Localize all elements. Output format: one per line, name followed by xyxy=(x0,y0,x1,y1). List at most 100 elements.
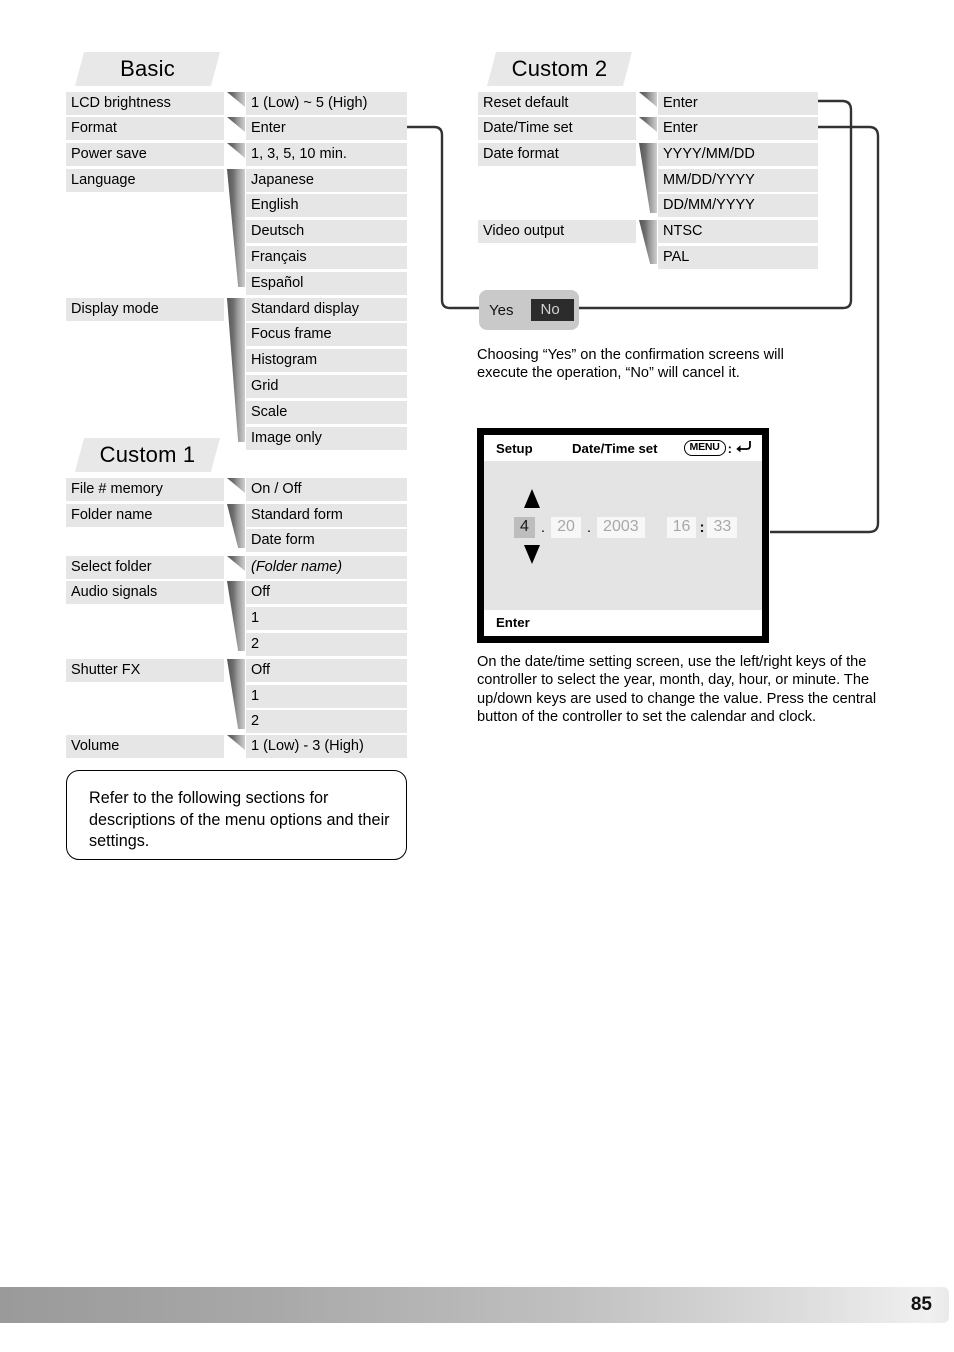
menu-item-label: Volume xyxy=(71,738,120,754)
menu-option[interactable]: Off xyxy=(246,581,407,604)
menu-option[interactable]: 1 (Low) - 3 (High) xyxy=(246,735,407,758)
menu-option[interactable]: PAL xyxy=(658,246,818,269)
section-header-custom1: Custom 1 xyxy=(75,438,220,472)
menu-option-label: Histogram xyxy=(251,352,318,368)
menu-item-volume[interactable]: Volume xyxy=(66,735,224,758)
menu-item-label: File # memory xyxy=(71,481,163,497)
menu-option-label: Grid xyxy=(251,378,279,394)
menu-option[interactable]: MM/DD/YYYY xyxy=(658,169,818,192)
section-title-basic: Basic xyxy=(120,56,175,81)
menu-item-power-save[interactable]: Power save xyxy=(66,143,224,166)
menu-option-label: Image only xyxy=(251,430,322,446)
return-arrow-icon xyxy=(734,438,752,458)
menu-option[interactable]: Deutsch xyxy=(246,220,407,243)
menu-option[interactable]: Image only xyxy=(246,427,407,450)
menu-option[interactable]: Japanese xyxy=(246,169,407,192)
menu-option[interactable]: 1 (Low) ~ 5 (High) xyxy=(246,92,407,115)
connector-wedge-folder-name xyxy=(227,504,245,548)
date-separator: . xyxy=(540,519,546,536)
menu-option[interactable]: 2 xyxy=(246,633,407,656)
menu-option-label: Focus frame xyxy=(251,326,332,342)
menu-item-label: Date/Time set xyxy=(483,120,573,136)
connector-wedge-date-format xyxy=(639,143,657,213)
menu-item-folder-name[interactable]: Folder name xyxy=(66,504,224,527)
menu-option[interactable]: Grid xyxy=(246,375,407,398)
lcd-enter-label: Enter xyxy=(496,615,530,630)
lcd-inner-panel: Setup Date/Time set MENU : 4 . 20 . 2003… xyxy=(484,435,762,636)
lcd-mode-label: Setup xyxy=(496,440,533,456)
menu-option[interactable]: NTSC xyxy=(658,220,818,243)
datetime-field-minute[interactable]: 33 xyxy=(707,517,738,538)
connector-wedge-display-mode xyxy=(227,298,245,442)
menu-item-display-mode[interactable]: Display mode xyxy=(66,298,224,321)
menu-item-reset-default[interactable]: Reset default xyxy=(478,92,636,115)
menu-item-lcd-brightness[interactable]: LCD brightness xyxy=(66,92,224,115)
menu-option[interactable]: Scale xyxy=(246,401,407,424)
menu-item-label: Audio signals xyxy=(71,584,158,600)
menu-item-label: Select folder xyxy=(71,559,152,575)
menu-item-label: Reset default xyxy=(483,95,569,111)
up-arrow-icon xyxy=(524,489,540,508)
note-box: Refer to the following sections for desc… xyxy=(66,770,407,860)
menu-option-label: PAL xyxy=(663,249,690,265)
menu-option[interactable]: Enter xyxy=(658,117,818,140)
menu-option[interactable]: Français xyxy=(246,246,407,269)
confirmation-dialog[interactable]: Yes No xyxy=(479,290,579,330)
confirm-no-option[interactable]: No xyxy=(531,299,574,321)
menu-option-label: NTSC xyxy=(663,223,703,239)
menu-option[interactable]: 1 xyxy=(246,607,407,630)
menu-option[interactable]: YYYY/MM/DD xyxy=(658,143,818,166)
menu-option-label: 2 xyxy=(251,636,260,652)
menu-option-label: Japanese xyxy=(251,172,314,188)
datetime-field-day[interactable]: 20 xyxy=(551,517,581,538)
menu-option[interactable]: Standard display xyxy=(246,298,407,321)
menu-option[interactable]: 1, 3, 5, 10 min. xyxy=(246,143,407,166)
menu-option-label: Scale xyxy=(251,404,288,420)
connector-wedge-datetime-set xyxy=(639,117,657,132)
datetime-field-month[interactable]: 4 xyxy=(514,517,535,538)
menu-option[interactable]: 1 xyxy=(246,685,407,708)
menu-option[interactable]: 2 xyxy=(246,710,407,733)
menu-option[interactable]: Enter xyxy=(658,92,818,115)
menu-option-label: 1 (Low) ~ 5 (High) xyxy=(251,95,368,111)
menu-item-file-memory[interactable]: File # memory xyxy=(66,478,224,501)
connector-wedge-audio-signals xyxy=(227,581,245,651)
menu-item-audio-signals[interactable]: Audio signals xyxy=(66,581,224,604)
menu-option[interactable]: Español xyxy=(246,272,407,295)
menu-option-label: Off xyxy=(251,662,271,678)
menu-option[interactable]: (Folder name) xyxy=(246,556,407,579)
menu-option[interactable]: Enter xyxy=(246,117,407,140)
menu-option[interactable]: Histogram xyxy=(246,349,407,372)
connector-wedge-shutter-fx xyxy=(227,659,245,729)
menu-option[interactable]: DD/MM/YYYY xyxy=(658,194,818,217)
connector-wedge-lcd-brightness xyxy=(227,92,245,107)
datetime-field-year[interactable]: 2003 xyxy=(597,517,645,538)
menu-option-label: Français xyxy=(251,249,307,265)
menu-item-shutter-fx[interactable]: Shutter FX xyxy=(66,659,224,682)
menu-option-label: Standard form xyxy=(251,507,343,523)
menu-option[interactable]: Date form xyxy=(246,529,407,552)
menu-option-label: 1, 3, 5, 10 min. xyxy=(251,146,347,162)
menu-option-label: English xyxy=(251,197,299,213)
menu-item-language[interactable]: Language xyxy=(66,169,224,192)
menu-option-label: Off xyxy=(251,584,271,600)
menu-item-select-folder[interactable]: Select folder xyxy=(66,556,224,579)
menu-option[interactable]: On / Off xyxy=(246,478,407,501)
menu-item-format[interactable]: Format xyxy=(66,117,224,140)
menu-item-label: Display mode xyxy=(71,301,159,317)
confirm-yes-option[interactable]: Yes xyxy=(479,302,531,319)
connector-wedge-volume xyxy=(227,735,245,750)
datetime-field-hour[interactable]: 16 xyxy=(666,517,697,538)
menu-option[interactable]: Focus frame xyxy=(246,323,407,346)
menu-item-datetime-set[interactable]: Date/Time set xyxy=(478,117,636,140)
menu-option[interactable]: English xyxy=(246,194,407,217)
menu-option-label: YYYY/MM/DD xyxy=(663,146,755,162)
down-arrow-icon xyxy=(524,545,540,564)
menu-item-video-output[interactable]: Video output xyxy=(478,220,636,243)
menu-item-label: Power save xyxy=(71,146,147,162)
menu-button-icon: MENU xyxy=(683,440,726,456)
menu-item-date-format[interactable]: Date format xyxy=(478,143,636,166)
menu-option-label: 1 (Low) - 3 (High) xyxy=(251,738,364,754)
menu-option[interactable]: Standard form xyxy=(246,504,407,527)
menu-option[interactable]: Off xyxy=(246,659,407,682)
